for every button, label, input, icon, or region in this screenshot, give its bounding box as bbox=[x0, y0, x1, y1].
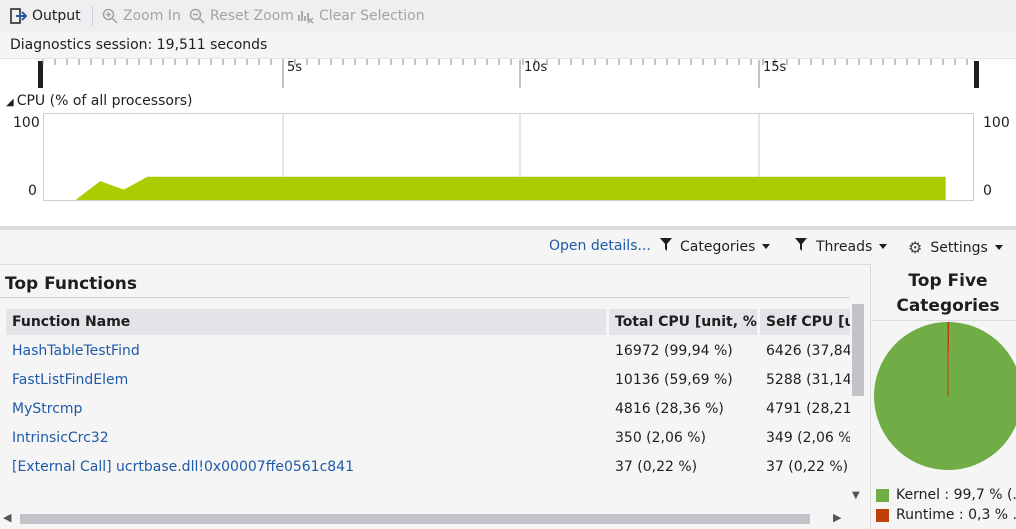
threads-label: Threads bbox=[816, 238, 873, 255]
total-cpu-cell: 16972 (99,94 %) bbox=[615, 343, 733, 359]
ruler-tick-label: 10s bbox=[524, 60, 548, 75]
legend-label: Kernel : 99,7 % (... bbox=[896, 487, 1016, 503]
open-details-link[interactable]: Open details... bbox=[549, 238, 651, 254]
legend-label: Runtime : 0,3 % ... bbox=[896, 507, 1016, 523]
legend-item-kernel[interactable]: Kernel : 99,7 % (... bbox=[876, 487, 1016, 503]
y-axis-max-right: 100 bbox=[983, 115, 1010, 131]
reset-zoom-button[interactable]: Reset Zoom bbox=[188, 6, 294, 26]
total-cpu-cell: 350 (2,06 %) bbox=[615, 430, 707, 446]
function-name-cell[interactable]: IntrinsicCrc32 bbox=[12, 425, 602, 451]
clear-selection-button[interactable]: Clear Selection bbox=[297, 6, 425, 26]
toolbar-separator bbox=[92, 6, 93, 26]
reset-zoom-icon bbox=[188, 7, 206, 25]
pane-splitter[interactable] bbox=[0, 226, 1016, 230]
self-cpu-cell: 6426 (37,84 %) bbox=[766, 343, 850, 359]
timeline-ruler[interactable]: 5s 10s 15s bbox=[0, 58, 1016, 90]
top-categories-title: Top Five Categories bbox=[896, 271, 1000, 316]
threads-filter-button[interactable]: Threads bbox=[795, 238, 888, 255]
cpu-chart[interactable] bbox=[43, 113, 974, 201]
table-row[interactable]: [External Call] ucrtbase.dll!0x00007ffe0… bbox=[6, 454, 850, 480]
chevron-down-icon bbox=[879, 244, 888, 249]
zoom-in-icon bbox=[101, 7, 119, 25]
total-cpu-cell: 10136 (59,69 %) bbox=[615, 372, 733, 388]
title-divider bbox=[0, 297, 850, 298]
column-header-total-cpu[interactable]: Total CPU [unit, %] bbox=[609, 309, 757, 335]
y-axis-min-right: 0 bbox=[983, 183, 992, 199]
categories-label: Categories bbox=[680, 238, 756, 255]
scroll-left-arrow-icon[interactable]: ◀ bbox=[3, 511, 11, 524]
table-header: Function Name Total CPU [unit, %] Self C… bbox=[6, 309, 850, 335]
output-label: Output bbox=[32, 8, 81, 24]
chevron-down-icon bbox=[994, 245, 1003, 250]
table-row[interactable]: MyStrcmp 4816 (28,36 %) 4791 (28,21 %) bbox=[6, 396, 850, 422]
cpu-usage-area bbox=[76, 176, 946, 200]
panel-top-border bbox=[0, 264, 1016, 265]
table-row[interactable]: FastListFindElem 10136 (59,69 %) 5288 (3… bbox=[6, 367, 850, 393]
settings-label: Settings bbox=[930, 239, 988, 256]
function-name-cell[interactable]: [External Call] ucrtbase.dll!0x00007ffe0… bbox=[12, 454, 602, 480]
output-button[interactable]: Output bbox=[10, 6, 81, 26]
vertical-scroll-thumb[interactable] bbox=[852, 304, 864, 396]
top-functions-title: Top Functions bbox=[5, 274, 138, 294]
zoom-in-label: Zoom In bbox=[123, 8, 181, 24]
clear-selection-icon bbox=[297, 7, 315, 25]
cpu-graph-title[interactable]: ◢ CPU (% of all processors) bbox=[6, 93, 192, 109]
clear-selection-label: Clear Selection bbox=[319, 8, 425, 24]
self-cpu-cell: 349 (2,06 %) bbox=[766, 430, 850, 446]
ruler-ticks bbox=[38, 59, 979, 88]
y-axis-min-left: 0 bbox=[28, 183, 37, 199]
table-row[interactable]: IntrinsicCrc32 350 (2,06 %) 349 (2,06 %) bbox=[6, 425, 850, 451]
categories-pie-chart[interactable] bbox=[871, 321, 1016, 473]
function-name-cell[interactable]: HashTableTestFind bbox=[12, 338, 602, 364]
horizontal-scroll-thumb[interactable] bbox=[20, 514, 810, 524]
table-row[interactable]: HashTableTestFind 16972 (99,94 %) 6426 (… bbox=[6, 338, 850, 364]
y-axis-max-left: 100 bbox=[13, 115, 40, 131]
filter-icon bbox=[660, 238, 672, 255]
categories-filter-button[interactable]: Categories bbox=[660, 238, 771, 255]
filter-icon bbox=[795, 238, 807, 255]
gear-icon: ⚙ bbox=[908, 238, 923, 257]
column-header-self-cpu[interactable]: Self CPU [unit, %] bbox=[760, 309, 850, 335]
cpu-title-label: CPU (% of all processors) bbox=[16, 93, 193, 109]
self-cpu-cell: 5288 (31,14 %) bbox=[766, 372, 850, 388]
function-name-cell[interactable]: FastListFindElem bbox=[12, 367, 602, 393]
self-cpu-cell: 37 (0,22 %) bbox=[766, 459, 849, 475]
zoom-in-button[interactable]: Zoom In bbox=[101, 6, 181, 26]
legend-swatch bbox=[876, 508, 889, 522]
output-icon bbox=[10, 7, 28, 25]
ruler-tick-label: 15s bbox=[763, 60, 787, 75]
legend-item-runtime[interactable]: Runtime : 0,3 % ... bbox=[876, 507, 1016, 523]
function-name-cell[interactable]: MyStrcmp bbox=[12, 396, 602, 422]
ruler-tick-label: 5s bbox=[287, 60, 303, 75]
reset-zoom-label: Reset Zoom bbox=[210, 8, 294, 24]
pie-slice[interactable] bbox=[874, 322, 1016, 470]
total-cpu-cell: 37 (0,22 %) bbox=[615, 459, 698, 475]
settings-button[interactable]: ⚙ Settings bbox=[908, 238, 1003, 257]
scroll-right-arrow-icon[interactable]: ▶ bbox=[833, 511, 841, 524]
legend-swatch bbox=[876, 488, 889, 502]
self-cpu-cell: 4791 (28,21 %) bbox=[766, 401, 850, 417]
collapse-triangle-icon[interactable]: ◢ bbox=[6, 97, 14, 108]
chevron-down-icon bbox=[762, 244, 771, 249]
column-header-function-name[interactable]: Function Name bbox=[6, 309, 606, 335]
session-duration: Diagnostics session: 19,511 seconds bbox=[10, 37, 268, 53]
total-cpu-cell: 4816 (28,36 %) bbox=[615, 401, 724, 417]
scroll-down-arrow-icon[interactable]: ▼ bbox=[852, 490, 860, 501]
